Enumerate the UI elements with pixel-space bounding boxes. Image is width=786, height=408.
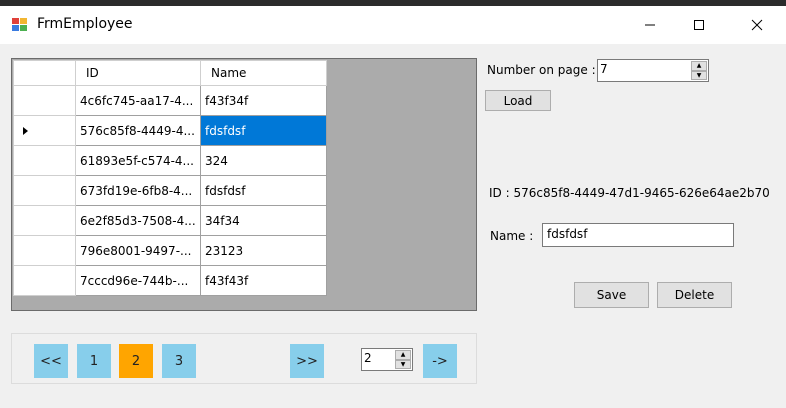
maximize-button[interactable]	[676, 6, 722, 44]
table-row[interactable]: 7cccd96e-744b-... f43f43f	[13, 265, 327, 296]
window-title: FrmEmployee	[37, 16, 133, 32]
row-header[interactable]	[13, 235, 76, 266]
page-button-3[interactable]: 3	[162, 344, 196, 378]
id-text: ID : 576c85f8-4449-47d1-9465-626e64ae2b7…	[489, 186, 770, 200]
table-row[interactable]: 796e8001-9497-... 23123	[13, 235, 327, 266]
table-row[interactable]: 61893e5f-c574-4... 324	[13, 145, 327, 176]
close-button[interactable]	[734, 6, 780, 44]
close-icon	[751, 19, 763, 31]
cell-name[interactable]: f43f43f	[200, 265, 327, 296]
goto-page-value: 2	[364, 351, 372, 365]
grid-corner[interactable]	[13, 60, 76, 86]
spin-down-icon[interactable]: ▼	[691, 70, 707, 80]
table-row[interactable]: 6e2f85d3-7508-4... 34f34	[13, 205, 327, 236]
row-header[interactable]	[13, 85, 76, 116]
cell-id[interactable]: 796e8001-9497-...	[75, 235, 201, 266]
page-button-2[interactable]: 2	[119, 344, 153, 378]
cell-id[interactable]: 4c6fc745-aa17-4...	[75, 85, 201, 116]
name-field[interactable]: fdsfdsf	[542, 223, 734, 247]
cell-id[interactable]: 61893e5f-c574-4...	[75, 145, 201, 176]
cell-name[interactable]: 324	[200, 145, 327, 176]
grid-header-row: ID Name	[13, 60, 327, 86]
cell-name[interactable]: 34f34	[200, 205, 327, 236]
spin-down-icon[interactable]: ▼	[395, 359, 411, 369]
first-page-button[interactable]: <<	[34, 344, 68, 378]
table-row[interactable]: 576c85f8-4449-4... fdsfdsf	[13, 115, 327, 146]
grid-table: ID Name 4c6fc745-aa17-4... f43f34f 576c8…	[13, 60, 327, 296]
row-header[interactable]	[13, 175, 76, 206]
pager: << 1 2 3 >> 2 ▲ ▼ ->	[11, 333, 477, 384]
title-bar: FrmEmployee	[0, 6, 786, 44]
page-button-1[interactable]: 1	[77, 344, 111, 378]
row-header[interactable]	[13, 205, 76, 236]
goto-page-stepper[interactable]: 2 ▲ ▼	[361, 348, 413, 371]
app-icon	[12, 18, 27, 31]
goto-stepper-arrows: ▲ ▼	[395, 350, 411, 369]
cell-name-selected[interactable]: fdsfdsf	[200, 115, 327, 146]
cell-id[interactable]: 7cccd96e-744b-...	[75, 265, 201, 296]
maximize-icon	[694, 20, 704, 30]
table-row[interactable]: 4c6fc745-aa17-4... f43f34f	[13, 85, 327, 116]
load-button[interactable]: Load	[485, 90, 551, 111]
minimize-icon	[645, 24, 655, 26]
row-header[interactable]	[13, 115, 76, 146]
employee-grid[interactable]: ID Name 4c6fc745-aa17-4... f43f34f 576c8…	[11, 58, 477, 311]
go-button[interactable]: ->	[423, 344, 457, 378]
row-header[interactable]	[13, 145, 76, 176]
number-on-page-stepper[interactable]: 7 ▲ ▼	[597, 59, 709, 82]
cell-name[interactable]: 23123	[200, 235, 327, 266]
row-header[interactable]	[13, 265, 76, 296]
delete-button[interactable]: Delete	[657, 282, 732, 308]
save-button[interactable]: Save	[574, 282, 649, 308]
spin-up-icon[interactable]: ▲	[691, 61, 707, 71]
cell-id[interactable]: 673fd19e-6fb8-4...	[75, 175, 201, 206]
column-header-name[interactable]: Name	[200, 60, 327, 86]
cell-name[interactable]: fdsfdsf	[200, 175, 327, 206]
name-label: Name :	[490, 229, 534, 243]
minimize-button[interactable]	[627, 6, 673, 44]
number-on-page-value: 7	[600, 62, 608, 76]
table-row[interactable]: 673fd19e-6fb8-4... fdsfdsf	[13, 175, 327, 206]
cell-name[interactable]: f43f34f	[200, 85, 327, 116]
stepper-arrows: ▲ ▼	[691, 61, 707, 80]
cell-id[interactable]: 576c85f8-4449-4...	[75, 115, 201, 146]
spin-up-icon[interactable]: ▲	[395, 350, 411, 360]
row-indicator-icon	[23, 127, 28, 135]
cell-id[interactable]: 6e2f85d3-7508-4...	[75, 205, 201, 236]
last-page-button[interactable]: >>	[290, 344, 324, 378]
number-on-page-label: Number on page :	[487, 63, 596, 77]
column-header-id[interactable]: ID	[75, 60, 201, 86]
